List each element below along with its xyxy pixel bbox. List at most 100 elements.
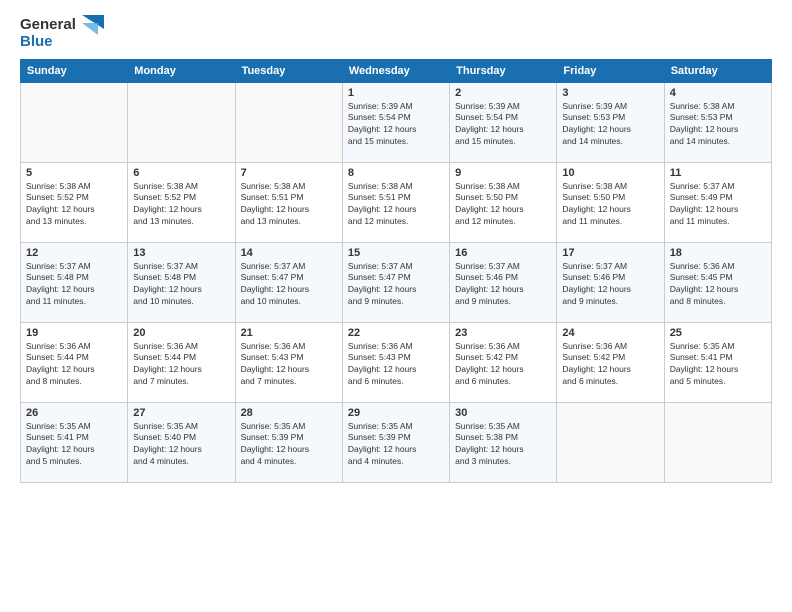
table-row	[664, 402, 771, 482]
day-number: 11	[670, 167, 766, 179]
table-row: 11 Sunrise: 5:37 AM Sunset: 5:49 PM Dayli…	[664, 162, 771, 242]
day-info: Sunrise: 5:38 AM Sunset: 5:50 PM Dayligh…	[562, 181, 658, 229]
day-info: Sunrise: 5:39 AM Sunset: 5:53 PM Dayligh…	[562, 101, 658, 149]
day-info: Sunrise: 5:38 AM Sunset: 5:51 PM Dayligh…	[241, 181, 337, 229]
day-number: 18	[670, 247, 766, 259]
table-row: 26 Sunrise: 5:35 AM Sunset: 5:41 PM Dayli…	[21, 402, 128, 482]
day-info: Sunrise: 5:39 AM Sunset: 5:54 PM Dayligh…	[348, 101, 444, 149]
day-info: Sunrise: 5:37 AM Sunset: 5:46 PM Dayligh…	[562, 261, 658, 309]
day-info: Sunrise: 5:37 AM Sunset: 5:48 PM Dayligh…	[26, 261, 122, 309]
day-number: 5	[26, 167, 122, 179]
day-number: 30	[455, 407, 551, 419]
day-info: Sunrise: 5:36 AM Sunset: 5:43 PM Dayligh…	[241, 341, 337, 389]
logo-text: General Blue	[20, 16, 76, 51]
weekday-header-row: Sunday Monday Tuesday Wednesday Thursday…	[21, 59, 772, 82]
header-tuesday: Tuesday	[235, 59, 342, 82]
table-row: 7 Sunrise: 5:38 AM Sunset: 5:51 PM Daylig…	[235, 162, 342, 242]
header-thursday: Thursday	[450, 59, 557, 82]
table-row: 28 Sunrise: 5:35 AM Sunset: 5:39 PM Dayli…	[235, 402, 342, 482]
table-row: 19 Sunrise: 5:36 AM Sunset: 5:44 PM Dayli…	[21, 322, 128, 402]
table-row: 22Sunrise: 5:36 AM Sunset: 5:43 PM Dayli…	[342, 322, 449, 402]
day-info: Sunrise: 5:36 AM Sunset: 5:43 PM Dayligh…	[348, 341, 444, 389]
table-row: 12 Sunrise: 5:37 AM Sunset: 5:48 PM Dayli…	[21, 242, 128, 322]
day-info: Sunrise: 5:35 AM Sunset: 5:41 PM Dayligh…	[26, 421, 122, 469]
day-number: 19	[26, 327, 122, 339]
page-header: General Blue	[20, 16, 772, 51]
day-number: 27	[133, 407, 229, 419]
table-row	[557, 402, 664, 482]
day-info: Sunrise: 5:35 AM Sunset: 5:39 PM Dayligh…	[348, 421, 444, 469]
table-row: 13Sunrise: 5:37 AM Sunset: 5:48 PM Dayli…	[128, 242, 235, 322]
table-row: 23 Sunrise: 5:36 AM Sunset: 5:42 PM Dayli…	[450, 322, 557, 402]
table-row: 15 Sunrise: 5:37 AM Sunset: 5:47 PM Dayli…	[342, 242, 449, 322]
table-row: 20Sunrise: 5:36 AM Sunset: 5:44 PM Dayli…	[128, 322, 235, 402]
table-row	[21, 82, 128, 162]
day-number: 4	[670, 87, 766, 99]
day-info: Sunrise: 5:36 AM Sunset: 5:42 PM Dayligh…	[562, 341, 658, 389]
day-number: 10	[562, 167, 658, 179]
day-info: Sunrise: 5:35 AM Sunset: 5:38 PM Dayligh…	[455, 421, 551, 469]
day-info: Sunrise: 5:38 AM Sunset: 5:53 PM Dayligh…	[670, 101, 766, 149]
day-info: Sunrise: 5:38 AM Sunset: 5:52 PM Dayligh…	[133, 181, 229, 229]
table-row: 8Sunrise: 5:38 AM Sunset: 5:51 PM Daylig…	[342, 162, 449, 242]
table-row: 6 Sunrise: 5:38 AM Sunset: 5:52 PM Daylig…	[128, 162, 235, 242]
day-info: Sunrise: 5:36 AM Sunset: 5:44 PM Dayligh…	[26, 341, 122, 389]
table-row: 30 Sunrise: 5:35 AM Sunset: 5:38 PM Dayli…	[450, 402, 557, 482]
day-info: Sunrise: 5:38 AM Sunset: 5:50 PM Dayligh…	[455, 181, 551, 229]
table-row: 17 Sunrise: 5:37 AM Sunset: 5:46 PM Dayli…	[557, 242, 664, 322]
day-number: 15	[348, 247, 444, 259]
day-info: Sunrise: 5:39 AM Sunset: 5:54 PM Dayligh…	[455, 101, 551, 149]
day-number: 9	[455, 167, 551, 179]
day-number: 17	[562, 247, 658, 259]
table-row: 10 Sunrise: 5:38 AM Sunset: 5:50 PM Dayli…	[557, 162, 664, 242]
day-number: 14	[241, 247, 337, 259]
day-number: 3	[562, 87, 658, 99]
table-row: 2 Sunrise: 5:39 AM Sunset: 5:54 PM Daylig…	[450, 82, 557, 162]
calendar-table: Sunday Monday Tuesday Wednesday Thursday…	[20, 59, 772, 483]
table-row: 25 Sunrise: 5:35 AM Sunset: 5:41 PM Dayli…	[664, 322, 771, 402]
table-row: 4 Sunrise: 5:38 AM Sunset: 5:53 PM Daylig…	[664, 82, 771, 162]
header-saturday: Saturday	[664, 59, 771, 82]
table-row: 24 Sunrise: 5:36 AM Sunset: 5:42 PM Dayli…	[557, 322, 664, 402]
table-row: 3 Sunrise: 5:39 AM Sunset: 5:53 PM Daylig…	[557, 82, 664, 162]
day-info: Sunrise: 5:35 AM Sunset: 5:41 PM Dayligh…	[670, 341, 766, 389]
table-row: 29 Sunrise: 5:35 AM Sunset: 5:39 PM Dayli…	[342, 402, 449, 482]
day-info: Sunrise: 5:36 AM Sunset: 5:45 PM Dayligh…	[670, 261, 766, 309]
day-number: 7	[241, 167, 337, 179]
day-number: 20	[133, 327, 229, 339]
table-row: 14 Sunrise: 5:37 AM Sunset: 5:47 PM Dayli…	[235, 242, 342, 322]
header-friday: Friday	[557, 59, 664, 82]
day-info: Sunrise: 5:37 AM Sunset: 5:47 PM Dayligh…	[348, 261, 444, 309]
day-number: 26	[26, 407, 122, 419]
day-number: 25	[670, 327, 766, 339]
header-sunday: Sunday	[21, 59, 128, 82]
logo: General Blue	[20, 16, 104, 51]
day-number: 2	[455, 87, 551, 99]
table-row: 9 Sunrise: 5:38 AM Sunset: 5:50 PM Daylig…	[450, 162, 557, 242]
table-row	[128, 82, 235, 162]
day-info: Sunrise: 5:36 AM Sunset: 5:42 PM Dayligh…	[455, 341, 551, 389]
day-number: 8	[348, 167, 444, 179]
table-row: 16Sunrise: 5:37 AM Sunset: 5:46 PM Dayli…	[450, 242, 557, 322]
day-info: Sunrise: 5:38 AM Sunset: 5:52 PM Dayligh…	[26, 181, 122, 229]
day-info: Sunrise: 5:35 AM Sunset: 5:39 PM Dayligh…	[241, 421, 337, 469]
day-number: 24	[562, 327, 658, 339]
day-number: 1	[348, 87, 444, 99]
logo-arrow-icon	[82, 15, 104, 43]
day-number: 6	[133, 167, 229, 179]
day-number: 23	[455, 327, 551, 339]
table-row: 5 Sunrise: 5:38 AM Sunset: 5:52 PM Daylig…	[21, 162, 128, 242]
day-info: Sunrise: 5:37 AM Sunset: 5:49 PM Dayligh…	[670, 181, 766, 229]
table-row	[235, 82, 342, 162]
table-row: 21Sunrise: 5:36 AM Sunset: 5:43 PM Dayli…	[235, 322, 342, 402]
day-number: 29	[348, 407, 444, 419]
day-info: Sunrise: 5:37 AM Sunset: 5:47 PM Dayligh…	[241, 261, 337, 309]
header-monday: Monday	[128, 59, 235, 82]
header-wednesday: Wednesday	[342, 59, 449, 82]
day-info: Sunrise: 5:35 AM Sunset: 5:40 PM Dayligh…	[133, 421, 229, 469]
day-number: 12	[26, 247, 122, 259]
day-info: Sunrise: 5:37 AM Sunset: 5:48 PM Dayligh…	[133, 261, 229, 309]
table-row: 1 Sunrise: 5:39 AM Sunset: 5:54 PM Daylig…	[342, 82, 449, 162]
day-number: 28	[241, 407, 337, 419]
day-number: 16	[455, 247, 551, 259]
